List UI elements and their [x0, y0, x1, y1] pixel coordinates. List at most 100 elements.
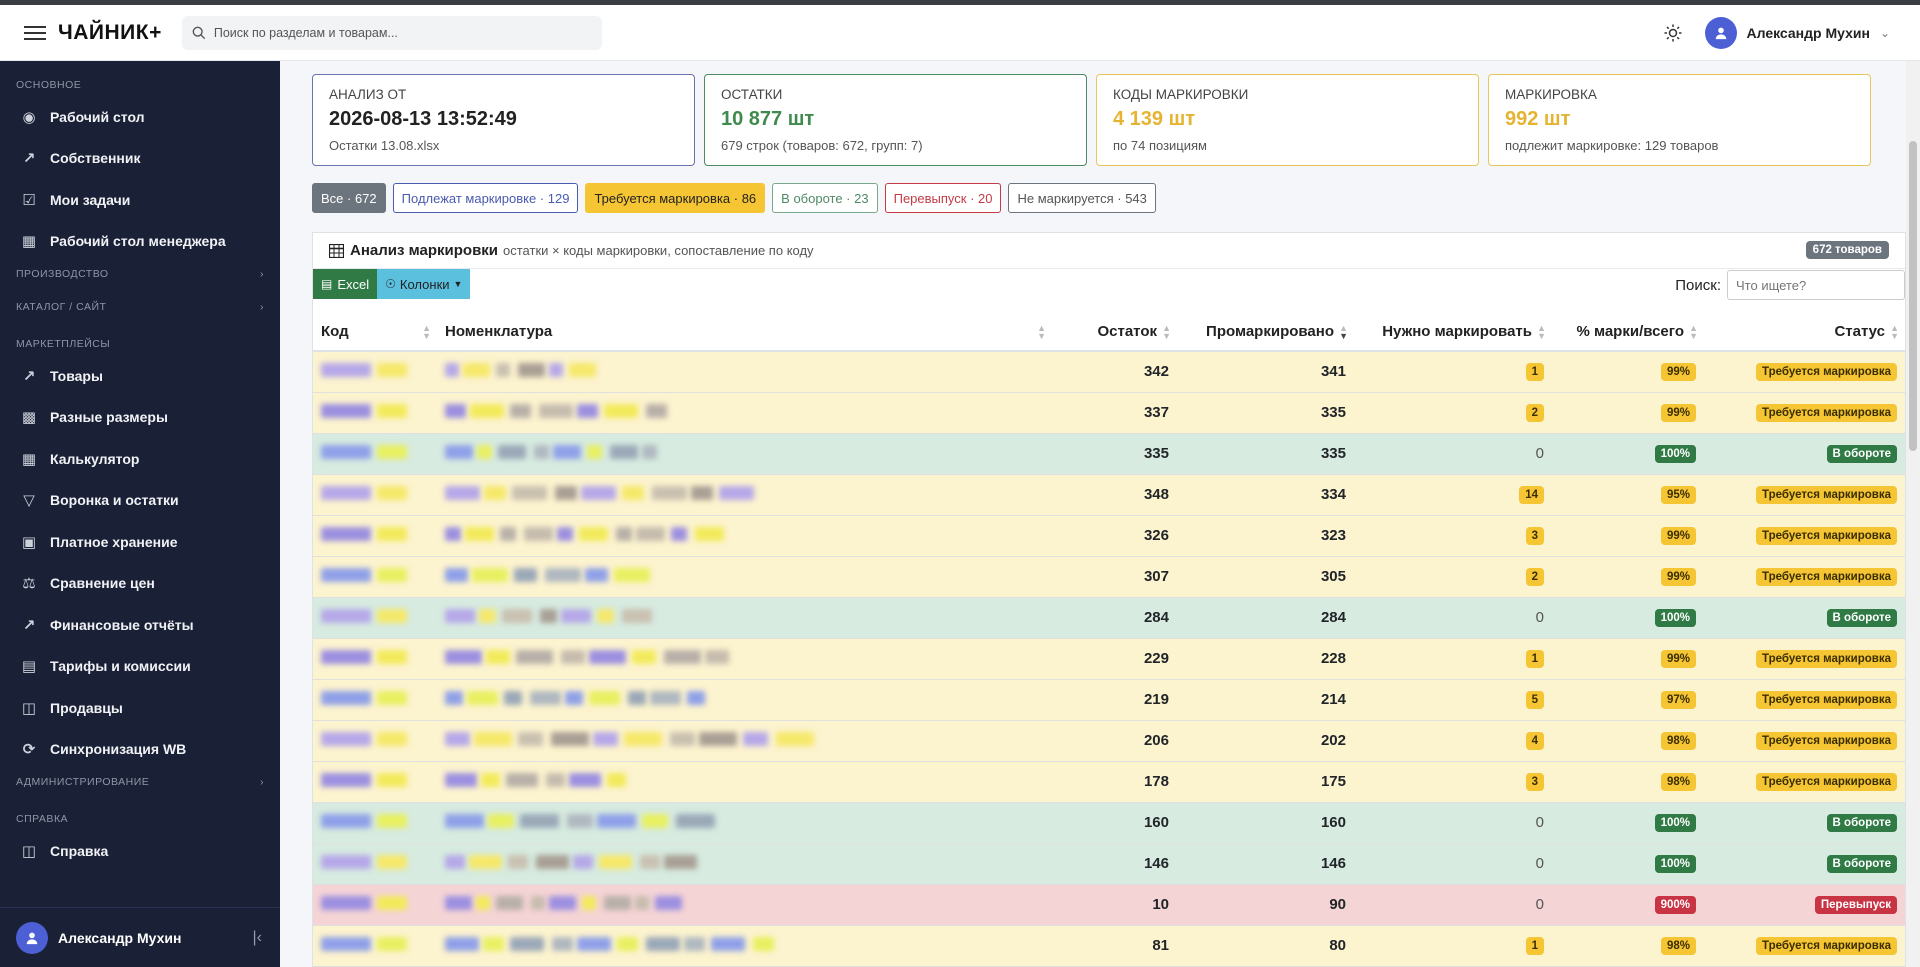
table-header-row: Код ▲ ▼ Номенклатура ▲ ▼ Остаток ▲ ▼ Промаркир… — [313, 313, 1905, 352]
cell-marked: 160 — [1177, 802, 1354, 844]
cell-code — [313, 925, 437, 967]
status-badge: Требуется маркировка — [1756, 363, 1897, 382]
cell-nomenclature — [437, 351, 1052, 393]
hamburger-menu-icon[interactable] — [24, 25, 46, 40]
cell-percent: 98% — [1552, 720, 1704, 762]
sidebar-section-main: ОСНОВНОЕ — [16, 78, 82, 91]
scrollbar-thumb[interactable] — [1909, 141, 1917, 451]
cell-nomenclature — [437, 392, 1052, 434]
col-nomenclature[interactable]: Номенклатура ▲ ▼ — [437, 313, 1052, 352]
table-row[interactable]: 337 335 2 99% Требуется маркировка — [313, 392, 1905, 434]
col-mark-percent[interactable]: % марки/всего ▲ ▼ — [1552, 313, 1704, 352]
chevron-down-icon[interactable]: ⌄ — [1880, 26, 1890, 40]
excel-export-button[interactable]: ▤ Excel — [313, 269, 378, 299]
table-row[interactable]: 348 334 14 95% Требуется маркировка — [313, 474, 1905, 516]
chart-line-icon: ↗ — [22, 150, 36, 168]
marking-analysis-panel: Анализ маркировки остатки × коды маркиро… — [312, 232, 1906, 967]
filter-not-marked[interactable]: Не маркируется · 543 — [1008, 183, 1156, 213]
sun-icon[interactable] — [1663, 23, 1683, 43]
sidebar-item-desktop[interactable]: ◉ Рабочий стол — [0, 96, 280, 138]
global-search[interactable] — [181, 15, 602, 50]
user-name[interactable]: Александр Мухин — [1747, 25, 1870, 41]
boxes-icon: ▣ — [21, 533, 37, 551]
cell-status: Перевыпуск — [1704, 884, 1905, 926]
cell-code — [313, 720, 437, 762]
sidebar-section-admin[interactable]: АДМИНИСТРИРОВАНИЕ › — [0, 770, 280, 793]
cell-marked: 202 — [1177, 720, 1354, 762]
table-row[interactable]: 178 175 3 98% Требуется маркировка — [313, 761, 1905, 803]
sidebar-item-help[interactable]: ◫ Справка — [0, 830, 280, 872]
sidebar-item-tasks[interactable]: ☑ Мои задачи — [0, 179, 280, 221]
sidebar-item-products[interactable]: ↗ Товары — [0, 355, 280, 397]
table-row[interactable]: 81 80 1 98% Требуется маркировка — [313, 925, 1905, 967]
table-row[interactable]: 10 90 0 900% Перевыпуск — [313, 884, 1905, 926]
col-status[interactable]: Статус ▲ ▼ — [1704, 313, 1905, 352]
need-badge: 1 — [1525, 363, 1544, 382]
filter-in-circulation[interactable]: В обороте · 23 — [772, 183, 878, 213]
cell-stock: 307 — [1052, 556, 1177, 598]
cell-status: В обороте — [1704, 843, 1905, 885]
sidebar-item-owner[interactable]: ↗ Собственник — [0, 138, 280, 180]
sidebar-section-production[interactable]: ПРОИЗВОДСТВО › — [0, 262, 280, 285]
table-row[interactable]: 342 341 1 99% Требуется маркировка — [313, 351, 1905, 393]
filter-all[interactable]: Все · 672 — [312, 183, 386, 213]
sidebar-item-paid-storage[interactable]: ▣ Платное хранение — [0, 521, 280, 563]
cell-need: 4 — [1354, 720, 1552, 762]
cell-stock: 335 — [1052, 433, 1177, 475]
sidebar-item-tariffs[interactable]: ▤ Тарифы и комиссии — [0, 646, 280, 688]
brand-logo[interactable]: ЧАЙНИК+ — [58, 21, 162, 45]
cell-percent: 100% — [1552, 843, 1704, 885]
col-code[interactable]: Код ▲ ▼ — [313, 313, 437, 352]
table-row[interactable]: 284 284 0 100% В обороте — [313, 597, 1905, 639]
sidebar-item-calculator[interactable]: ▦ Калькулятор — [0, 438, 280, 480]
columns-button[interactable]: ☉ Колонки ▼ — [377, 269, 471, 299]
cell-code — [313, 802, 437, 844]
cell-code — [313, 433, 437, 475]
sidebar-item-price-compare[interactable]: ⚖ Сравнение цен — [0, 563, 280, 605]
sidebar-item-manager-desk[interactable]: ▦ Рабочий стол менеджера — [0, 221, 280, 263]
collapse-sidebar-icon[interactable]: |‹ — [253, 929, 262, 947]
table-row[interactable]: 146 146 0 100% В обороте — [313, 843, 1905, 885]
file-excel-icon: ▤ — [321, 277, 333, 291]
table-row[interactable]: 206 202 4 98% Требуется маркировка — [313, 720, 1905, 762]
table-row[interactable]: 335 335 0 100% В обороте — [313, 433, 1905, 475]
sidebar-item-sizes[interactable]: ▩ Разные размеры — [0, 397, 280, 439]
sidebar-item-sync-wb[interactable]: ⟳ Синхронизация WB — [0, 729, 280, 771]
table-row[interactable]: 307 305 2 99% Требуется маркировка — [313, 556, 1905, 598]
checkbox-icon: ☑ — [22, 191, 36, 209]
card-analysis-date: АНАЛИЗ ОТ 2026-08-13 13:52:49 Остатки 13… — [312, 74, 695, 166]
table-row[interactable]: 219 214 5 97% Требуется маркировка — [313, 679, 1905, 721]
sidebar-item-sellers[interactable]: ◫ Продавцы — [0, 687, 280, 729]
page-scrollbar[interactable] — [1906, 61, 1920, 967]
sidebar-item-finance[interactable]: ↗ Финансовые отчёты — [0, 604, 280, 646]
filter-subject-to-marking[interactable]: Подлежат маркировке · 129 — [392, 183, 579, 213]
filter-marking-required[interactable]: Требуется маркировка · 86 — [585, 183, 766, 213]
building-icon: ▦ — [21, 233, 37, 251]
percent-badge: 99% — [1660, 363, 1696, 382]
panel-title: Анализ маркировки — [350, 242, 499, 259]
cell-nomenclature — [437, 720, 1052, 762]
table-row[interactable]: 326 323 3 99% Требуется маркировка — [313, 515, 1905, 557]
cell-percent: 95% — [1552, 474, 1704, 516]
col-need-marking[interactable]: Нужно маркировать ▲ ▼ — [1354, 313, 1552, 352]
user-avatar[interactable] — [1704, 17, 1737, 49]
col-marked[interactable]: Промаркировано ▲ ▼ — [1177, 313, 1354, 352]
table-row[interactable]: 160 160 0 100% В обороте — [313, 802, 1905, 844]
percent-badge: 99% — [1660, 650, 1696, 668]
table-row[interactable]: 229 228 1 99% Требуется маркировка — [313, 638, 1905, 680]
filter-reissue[interactable]: Перевыпуск · 20 — [884, 183, 1002, 213]
user-avatar[interactable] — [16, 921, 48, 954]
card-stock: ОСТАТКИ 10 877 шт 679 строк (товаров: 67… — [704, 74, 1087, 166]
sidebar-section-catalog[interactable]: КАТАЛОГ / САЙТ › — [0, 295, 280, 318]
sidebar-item-funnel[interactable]: ▽ Воронка и остатки — [0, 480, 280, 522]
sidebar-user-name[interactable]: Александр Мухин — [58, 930, 181, 946]
chevron-right-icon: › — [260, 267, 264, 280]
need-badge: 2 — [1525, 568, 1544, 586]
funnel-icon: ▽ — [23, 492, 35, 510]
global-search-input[interactable] — [213, 25, 594, 40]
percent-badge: 98% — [1660, 937, 1696, 955]
table-search-input[interactable] — [1727, 270, 1905, 300]
col-stock[interactable]: Остаток ▲ ▼ — [1052, 313, 1177, 352]
percent-badge: 900% — [1654, 896, 1696, 914]
sidebar-footer: Александр Мухин |‹ — [0, 907, 280, 967]
